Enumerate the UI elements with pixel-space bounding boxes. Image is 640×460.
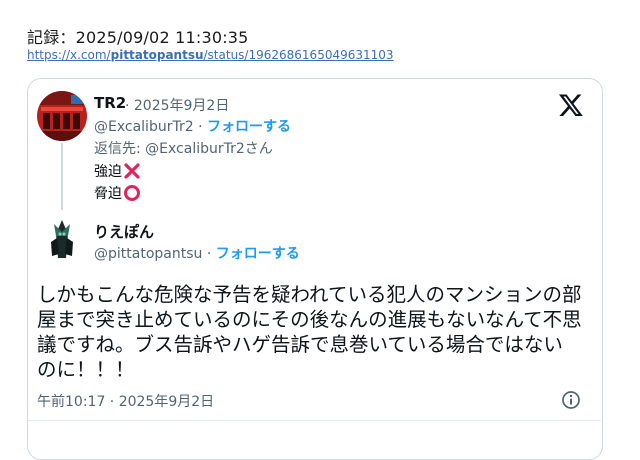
parent-date[interactable]: · 2025年9月2日	[125, 95, 229, 115]
reply-to-label: 返信先: @ExcaliburTr2さん	[94, 141, 273, 157]
tweet-url-link[interactable]: https://x.com/pittatopantsu/status/19626…	[27, 48, 394, 62]
parent-avatar[interactable]	[37, 91, 87, 141]
tweet-timestamp[interactable]: 午前10:17 · 2025年9月2日	[37, 391, 214, 411]
thread-connector-line	[61, 143, 63, 210]
parent-text-line-2: 脅迫	[94, 183, 141, 203]
author-follow-button[interactable]: フォローする	[216, 246, 300, 262]
link-prefix: https://x.com/	[27, 48, 111, 62]
author-handle[interactable]: @pittatopantsu	[94, 246, 202, 262]
card-divider	[28, 420, 601, 421]
cross-mark-icon	[124, 163, 140, 179]
author-avatar[interactable]	[37, 214, 87, 264]
author-handle-row: @pittatopantsu · フォローする	[94, 243, 300, 263]
x-logo-icon[interactable]	[558, 92, 584, 118]
parent-handle-row: @ExcaliburTr2 · フォローする	[94, 116, 291, 136]
parent-handle[interactable]: @ExcaliburTr2	[94, 119, 194, 135]
handle-separator: ·	[193, 119, 207, 135]
parent-text-word-1: 強迫	[94, 164, 122, 180]
record-timestamp: 記録：2025/09/02 11:30:35	[27, 28, 249, 47]
parent-text-line-1: 強迫	[94, 161, 141, 181]
circle-mark-icon	[124, 185, 140, 201]
parent-author-name[interactable]: TR2	[94, 94, 126, 112]
info-icon[interactable]	[561, 390, 581, 410]
author-name[interactable]: りえぽん	[94, 221, 154, 242]
link-suffix: /status/1962686165049631103	[203, 48, 394, 62]
link-user: pittatopantsu	[110, 48, 204, 62]
parent-text-word-2: 脅迫	[94, 186, 122, 202]
handle-separator: ·	[202, 246, 216, 262]
tweet-text: しかもこんな危険な予告を疑われている犯人のマンションの部屋まで突き止めているのに…	[37, 283, 582, 381]
parent-follow-button[interactable]: フォローする	[207, 119, 291, 135]
